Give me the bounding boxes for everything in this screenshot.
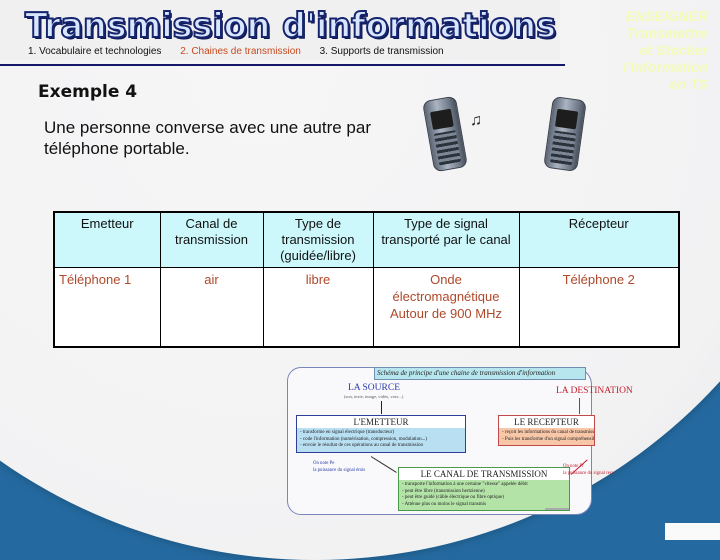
arrow-diagonal-icon (370, 456, 397, 473)
diagram-caption: Schéma de principe d'une chaine de trans… (374, 367, 586, 380)
receiver-line: - reçoit les informations du canal de tr… (502, 430, 595, 435)
cell-canal: air (159, 267, 264, 348)
example-description: Une personne converse avec une autre par… (44, 118, 371, 158)
transmission-chain-diagram: Schéma de principe d'une chaine de trans… (287, 367, 633, 515)
canal-box: LE CANAL DE TRANSMISSION - transporte l'… (398, 467, 570, 511)
cell-emetteur: Téléphone 1 (53, 267, 161, 348)
source-subtitle: (son, texte, image, vidéo, voix...) (344, 394, 404, 399)
table-row: Téléphone 1 air libre Onde électromagnét… (53, 267, 680, 348)
nav-item-chaines[interactable]: 2. Chaines de transmission (180, 46, 301, 57)
section-nav: 1. Vocabulaire et technologies 2. Chaine… (28, 46, 460, 57)
note-line: On note Pr (563, 464, 584, 469)
brand-line: Transmettre (626, 26, 708, 41)
header-divider (0, 64, 565, 66)
arrow-up-icon (579, 398, 580, 414)
brand-line: et Stocker (639, 43, 708, 58)
brand-line: l'Information (622, 60, 708, 75)
brand-text: ENSEIGNER Transmettre et Stocker l'Infor… (623, 8, 708, 93)
receiver-title: LE RECEPTEUR (499, 416, 594, 428)
transmission-table: Emetteur Canal de transmission Type de t… (53, 211, 680, 348)
table-header-row: Emetteur Canal de transmission Type de t… (53, 211, 680, 268)
emitter-title: L'EMETTEUR (297, 416, 465, 428)
receiver-box: LE RECEPTEUR - reçoit les informations d… (498, 415, 595, 446)
nav-item-vocabulaire[interactable]: 1. Vocabulaire et technologies (28, 46, 161, 57)
header-emetteur: Emetteur (53, 211, 161, 268)
nav-item-supports[interactable]: 3. Supports de transmission (320, 46, 444, 57)
emitter-line: - envoie le résultat de ces opérations a… (300, 443, 424, 448)
emitter-box: L'EMETTEUR - transforme en signal électr… (296, 415, 466, 453)
example-title: Exemple 4 (38, 82, 138, 102)
header-type-signal: Type de signal transporté par le canal (372, 211, 520, 268)
arrow-down-icon (381, 401, 382, 414)
header-recepteur: Récepteur (518, 211, 680, 268)
canal-title: LE CANAL DE TRANSMISSION (399, 468, 569, 480)
diagram-credit (545, 508, 569, 510)
music-note-icon: ♫ (470, 112, 482, 129)
header-canal: Canal de transmission (159, 211, 264, 268)
cell-recepteur: Téléphone 2 (518, 267, 680, 348)
source-label: LA SOURCE (348, 383, 400, 393)
brand-line: ENSEIGNER (625, 9, 708, 24)
note-line: On note Pe (313, 461, 335, 466)
header-type-transmission: Type de transmission (guidée/libre) (262, 211, 374, 268)
receiver-line: - Puis les transforme d'un signal compré… (502, 436, 595, 442)
note-line: la puissance du signal émis (313, 468, 366, 473)
cell-type-signal: Onde électromagnétique Autour de 900 MHz (372, 267, 520, 348)
note-emitted-power: On note Pe la puissance du signal émis (313, 460, 365, 474)
page-title: Transmission d'informations (24, 5, 557, 47)
destination-label: LA DESTINATION (556, 386, 633, 396)
brand-line: en TS (669, 77, 708, 92)
corner-patch (665, 523, 720, 540)
cell-type-transmission: libre (262, 267, 374, 348)
canal-line: - Atténue plus ou moins le signal transm… (402, 501, 487, 507)
